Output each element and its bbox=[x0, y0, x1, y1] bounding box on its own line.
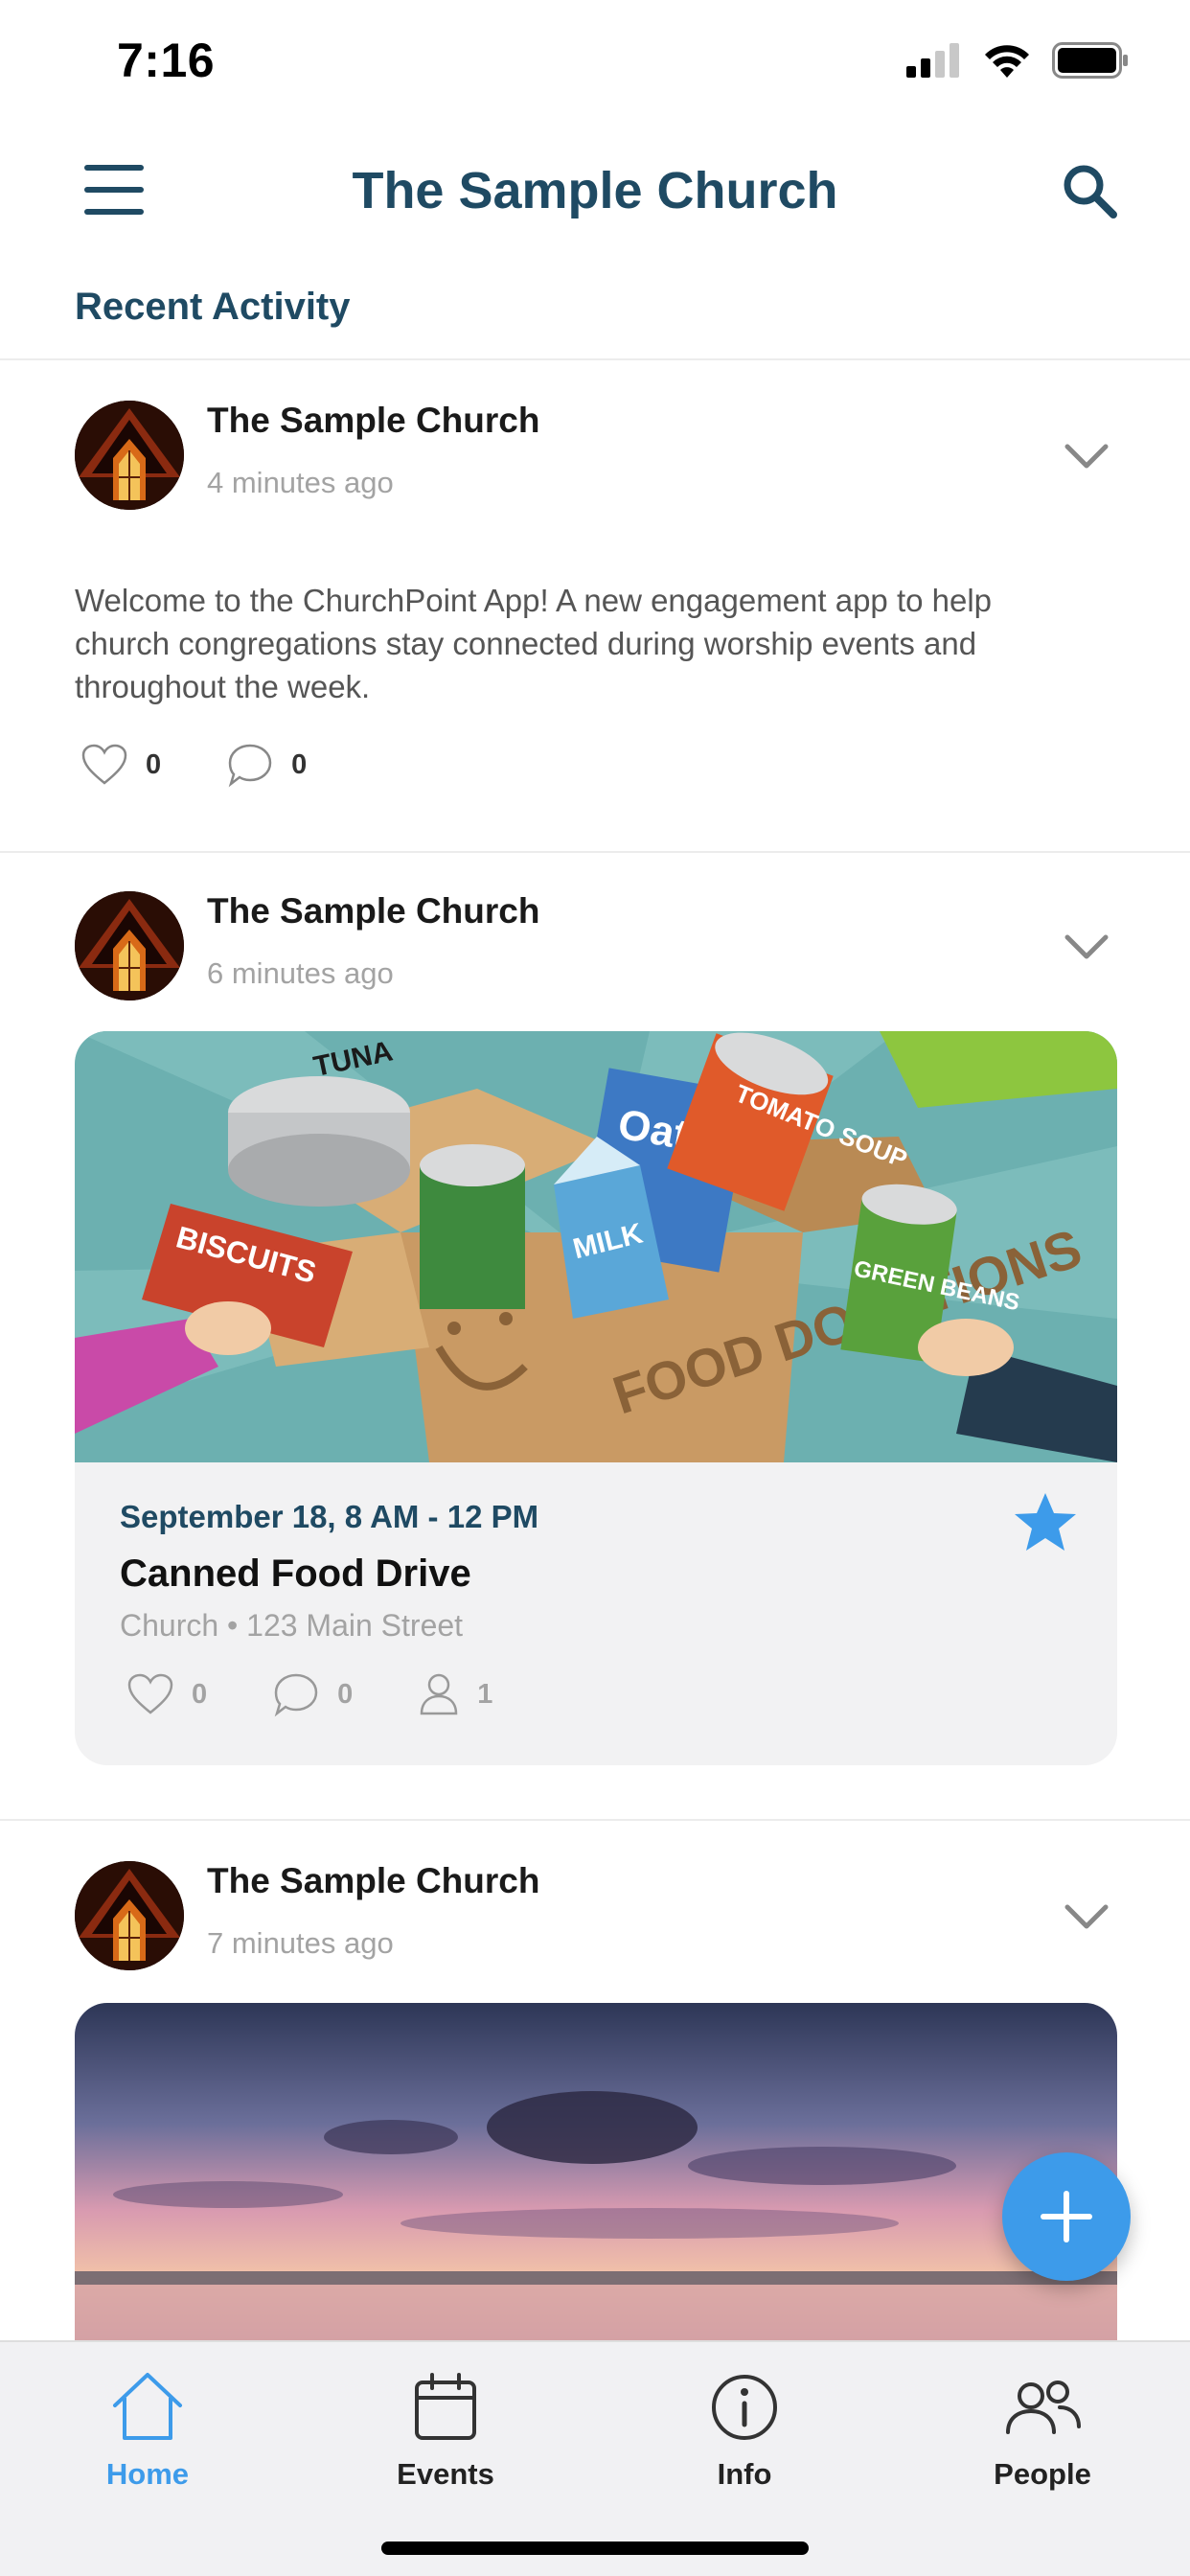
comment-icon bbox=[228, 744, 272, 788]
comment-count: 0 bbox=[337, 1678, 354, 1710]
chevron-down-icon[interactable] bbox=[1058, 1888, 1115, 1945]
divider bbox=[0, 1819, 1190, 1821]
tab-events[interactable]: Events bbox=[340, 2367, 551, 2492]
event-card[interactable]: FOOD DONATIONS Oatmeal TUNA TOMATO SOUP … bbox=[75, 1031, 1117, 1765]
app-header: The Sample Church bbox=[0, 144, 1190, 240]
like-count: 0 bbox=[192, 1678, 208, 1710]
event-reactions: 0 0 1 bbox=[126, 1671, 558, 1717]
post-header: The Sample Church 7 minutes ago bbox=[75, 1861, 1115, 1976]
post-header: The Sample Church 6 minutes ago bbox=[75, 891, 1115, 1006]
event-location: Church • 123 Main Street bbox=[120, 1608, 464, 1643]
attendees-button[interactable]: 1 bbox=[418, 1671, 492, 1717]
post-image[interactable] bbox=[75, 2003, 1117, 2348]
chevron-down-icon[interactable] bbox=[1058, 427, 1115, 485]
avatar[interactable] bbox=[75, 401, 184, 510]
event-title[interactable]: Canned Food Drive bbox=[120, 1552, 471, 1596]
tab-label: Home bbox=[105, 2457, 190, 2491]
people-icon bbox=[1006, 2380, 1081, 2434]
person-icon bbox=[421, 1673, 458, 1715]
event-date: September 18, 8 AM - 12 PM bbox=[120, 1499, 539, 1534]
search-icon[interactable] bbox=[1060, 161, 1119, 220]
tab-label: People bbox=[994, 2457, 1091, 2491]
info-icon bbox=[712, 2375, 777, 2440]
divider bbox=[0, 851, 1190, 853]
divider bbox=[0, 358, 1190, 360]
home-icon bbox=[113, 2373, 182, 2440]
tab-home[interactable]: Home bbox=[42, 2367, 253, 2492]
post-author[interactable]: The Sample Church bbox=[207, 1861, 539, 1901]
post-timestamp: 6 minutes ago bbox=[207, 956, 394, 990]
plus-icon bbox=[1041, 2191, 1092, 2242]
post-author[interactable]: The Sample Church bbox=[207, 401, 539, 441]
wifi-icon bbox=[985, 45, 1029, 78]
post-timestamp: 7 minutes ago bbox=[207, 1926, 394, 1960]
post-header: The Sample Church 4 minutes ago bbox=[75, 401, 1115, 516]
calendar-icon bbox=[415, 2373, 476, 2440]
heart-icon bbox=[81, 744, 127, 785]
status-time: 7:16 bbox=[117, 34, 216, 87]
attendee-count: 1 bbox=[477, 1678, 493, 1710]
post-reactions: 0 0 bbox=[80, 742, 372, 788]
section-title: Recent Activity bbox=[75, 286, 351, 328]
post-text: Welcome to the ChurchPoint App! A new en… bbox=[75, 583, 993, 704]
battery-icon bbox=[1052, 42, 1128, 79]
add-post-button[interactable] bbox=[1002, 2152, 1131, 2281]
comment-button[interactable]: 0 bbox=[226, 742, 307, 788]
post-author[interactable]: The Sample Church bbox=[207, 891, 539, 932]
status-icons bbox=[906, 42, 1129, 79]
like-button[interactable]: 0 bbox=[80, 743, 161, 787]
comment-button[interactable]: 0 bbox=[272, 1671, 353, 1717]
cellular-signal-icon bbox=[906, 43, 959, 78]
heart-icon bbox=[127, 1673, 173, 1714]
home-indicator bbox=[381, 2542, 809, 2555]
food-drive-image: FOOD DONATIONS Oatmeal TUNA TOMATO SOUP … bbox=[75, 1031, 1117, 1462]
like-count: 0 bbox=[146, 748, 162, 780]
comment-count: 0 bbox=[291, 748, 308, 780]
tab-label: Events bbox=[397, 2457, 494, 2491]
tab-label: Info bbox=[717, 2457, 772, 2491]
status-bar: 7:16 bbox=[0, 0, 1190, 125]
like-button[interactable]: 0 bbox=[126, 1672, 207, 1716]
chevron-down-icon[interactable] bbox=[1058, 918, 1115, 976]
avatar[interactable] bbox=[75, 1861, 184, 1970]
star-icon[interactable] bbox=[1012, 1489, 1079, 1556]
tab-info[interactable]: Info bbox=[639, 2367, 850, 2492]
comment-icon bbox=[274, 1673, 318, 1717]
avatar[interactable] bbox=[75, 891, 184, 1000]
tab-people[interactable]: People bbox=[937, 2367, 1148, 2492]
post-timestamp: 4 minutes ago bbox=[207, 466, 394, 499]
app-title: The Sample Church bbox=[352, 162, 838, 219]
